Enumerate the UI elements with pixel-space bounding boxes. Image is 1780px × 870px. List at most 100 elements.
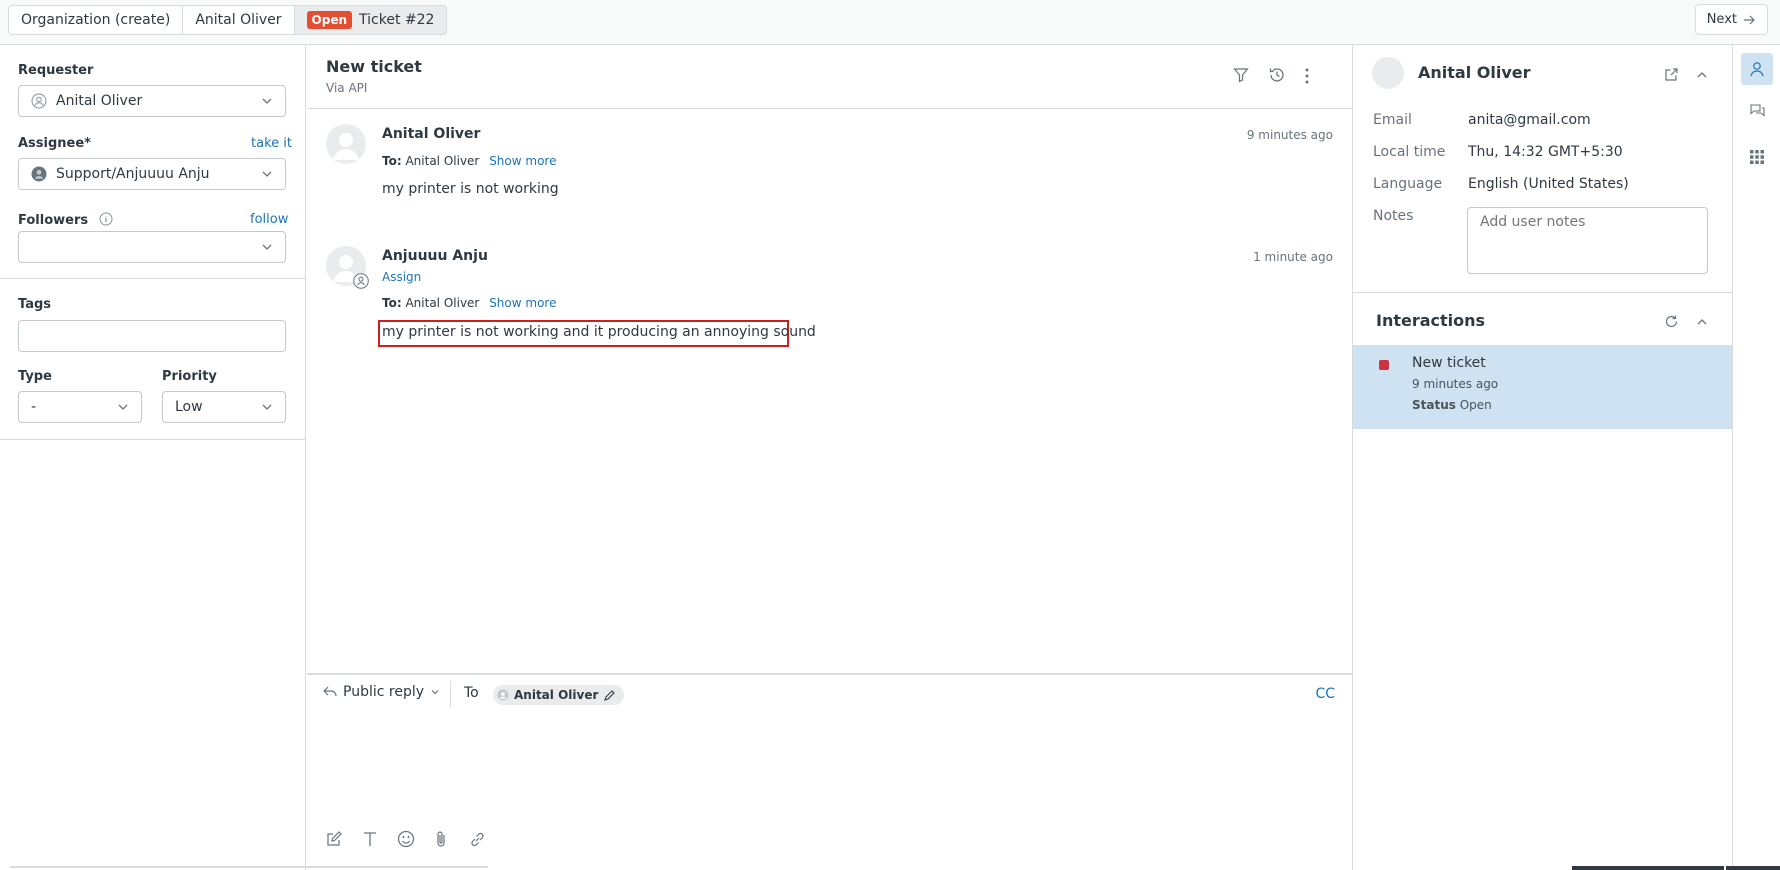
open-external-icon[interactable] [1664, 67, 1679, 82]
message-recipients: To: Anital Oliver Show more [382, 296, 556, 310]
to-label: To [464, 685, 479, 701]
link-icon[interactable] [469, 831, 486, 848]
history-icon[interactable] [1268, 66, 1286, 84]
interaction-time: 9 minutes ago [1412, 377, 1499, 391]
chevron-down-icon [262, 404, 272, 410]
local-time-label: Local time [1373, 144, 1446, 160]
message-recipients: To: Anital Oliver Show more [382, 154, 556, 168]
divider [0, 439, 306, 440]
emoji-icon[interactable] [397, 830, 415, 848]
tags-label: Tags [18, 297, 52, 312]
message-time: 1 minute ago [1253, 250, 1333, 264]
agent-badge-icon [353, 273, 369, 289]
followers-label-text: Followers [18, 213, 89, 228]
tab-ticket[interactable]: Open Ticket #22 [294, 6, 447, 34]
context-icon-rail [1732, 45, 1780, 870]
show-more-link[interactable]: Show more [489, 154, 556, 168]
ticket-title: New ticket [326, 57, 422, 76]
user-tab-button[interactable] [1741, 53, 1773, 85]
requester-select[interactable]: Anital Oliver [18, 85, 286, 117]
to-label: To: [382, 296, 402, 310]
reply-composer: Public reply To Anital Oliver CC [307, 673, 1352, 870]
followers-label: Followers [18, 212, 113, 228]
priority-label: Priority [162, 369, 217, 384]
next-button-label: Next [1706, 12, 1737, 27]
info-icon[interactable] [99, 212, 113, 226]
reply-mode-dropdown[interactable]: Public reply [323, 684, 440, 700]
interaction-status: Status Open [1412, 398, 1492, 412]
take-it-link[interactable]: take it [251, 136, 292, 151]
assignee-label: Assignee* [18, 136, 91, 151]
agent-avatar-icon [31, 166, 47, 182]
assign-link[interactable]: Assign [382, 270, 421, 284]
bottom-toolbar-strip [0, 866, 1780, 870]
interaction-title: New ticket [1412, 355, 1486, 371]
chevron-down-icon [431, 690, 439, 695]
arrow-right-icon [1744, 15, 1755, 24]
user-icon [497, 689, 509, 701]
user-notes-input[interactable] [1467, 207, 1708, 274]
tab-user-label: Anital Oliver [195, 12, 282, 28]
pencil-icon[interactable] [603, 689, 616, 702]
chevron-up-icon[interactable] [1696, 316, 1708, 328]
cc-link[interactable]: CC [1315, 686, 1335, 702]
chevron-down-icon [118, 404, 128, 410]
interactions-title: Interactions [1376, 311, 1486, 330]
tabs-group: Organization (create) Anital Oliver Open… [8, 5, 448, 35]
chevron-up-icon[interactable] [1696, 69, 1708, 81]
reply-icon [323, 686, 337, 697]
type-label: Type [18, 369, 52, 384]
divider [1353, 292, 1733, 293]
message-author[interactable]: Anital Oliver [382, 126, 480, 142]
chevron-down-icon [262, 171, 272, 177]
tab-user[interactable]: Anital Oliver [183, 6, 295, 34]
tags-input[interactable] [18, 320, 286, 352]
highlighted-message-body: my printer is not working and it produci… [378, 320, 816, 347]
divider [1726, 866, 1780, 870]
divider [450, 681, 451, 707]
compose-icon[interactable] [326, 831, 342, 847]
notes-label: Notes [1373, 208, 1414, 224]
assignee-value: Support/Anjuuuu Anju [56, 166, 210, 182]
follow-link[interactable]: follow [250, 212, 288, 227]
tab-organization[interactable]: Organization (create) [9, 6, 184, 34]
conversation-panel: New ticket Via API Anital Oliver 9 minut… [307, 45, 1352, 870]
tab-ticket-label: Ticket #22 [359, 12, 435, 28]
avatar [326, 124, 366, 164]
to-value: Anital Oliver [405, 296, 480, 310]
followers-select[interactable] [18, 231, 286, 263]
divider [1572, 866, 1724, 870]
avatar [1372, 57, 1404, 89]
requester-value: Anital Oliver [56, 93, 143, 109]
message-time: 9 minutes ago [1246, 128, 1333, 142]
tab-organization-label: Organization (create) [21, 12, 171, 28]
text-format-icon[interactable] [363, 831, 377, 847]
ticket-channel: Via API [326, 81, 368, 95]
assignee-select[interactable]: Support/Anjuuuu Anju [18, 158, 286, 190]
email-label: Email [1373, 112, 1412, 128]
interaction-item[interactable]: New ticket 9 minutes ago Status Open [1353, 345, 1733, 429]
reply-editor[interactable] [323, 723, 1333, 813]
next-button[interactable]: Next [1694, 4, 1768, 35]
status-value: Open [1459, 398, 1492, 412]
reply-mode-label: Public reply [343, 684, 425, 700]
refresh-icon[interactable] [1664, 314, 1679, 329]
message-author[interactable]: Anjuuuu Anju [382, 248, 488, 264]
divider [10, 866, 488, 868]
apps-grid-icon[interactable] [1749, 149, 1765, 165]
user-name[interactable]: Anital Oliver [1418, 63, 1531, 82]
divider [0, 278, 306, 279]
conversation-header: New ticket Via API [307, 45, 1352, 109]
more-options-icon[interactable] [1304, 67, 1310, 85]
conversations-icon[interactable] [1749, 103, 1766, 120]
priority-select[interactable]: Low [162, 391, 286, 423]
recipient-chip[interactable]: Anital Oliver [493, 685, 625, 705]
filter-icon[interactable] [1233, 67, 1249, 83]
type-select[interactable]: - [18, 391, 142, 423]
chevron-down-icon [262, 244, 272, 250]
attachment-icon[interactable] [435, 830, 447, 848]
status-badge: Open [306, 11, 353, 29]
email-link[interactable]: anita@gmail.com [1468, 112, 1591, 128]
priority-value: Low [175, 399, 203, 415]
show-more-link[interactable]: Show more [489, 296, 556, 310]
